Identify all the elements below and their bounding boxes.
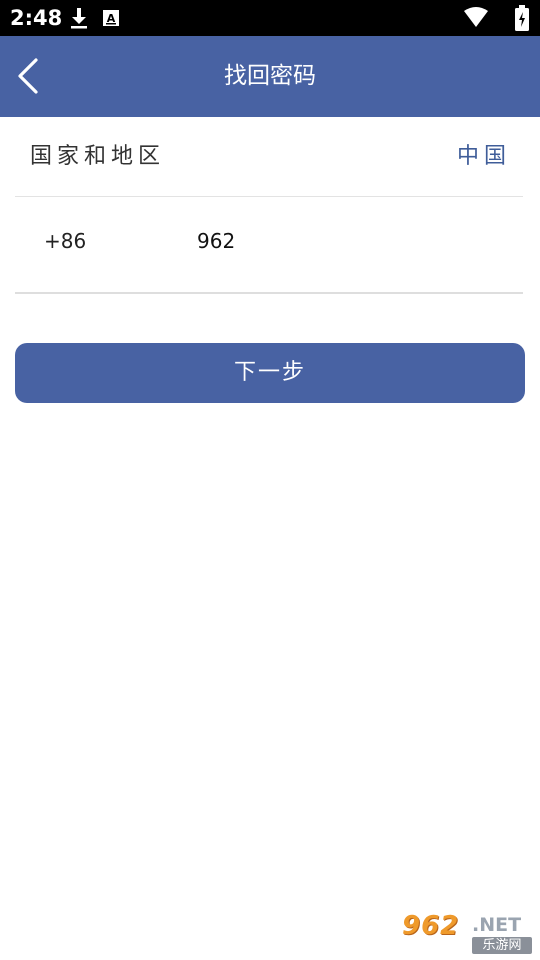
watermark-domain: .NET bbox=[472, 914, 522, 936]
chevron-left-icon bbox=[6, 58, 56, 106]
watermark-brand: 962 bbox=[402, 911, 460, 941]
back-button[interactable] bbox=[6, 50, 56, 102]
status-bar: 2:48 A bbox=[0, 0, 540, 36]
next-button[interactable]: 下一步 bbox=[15, 343, 525, 403]
region-label: 国家和地区 bbox=[30, 144, 166, 169]
watermark-site-name: 乐游网 bbox=[472, 937, 532, 954]
region-value: 中国 bbox=[456, 144, 511, 169]
region-selector[interactable]: 国家和地区 中国 bbox=[15, 118, 523, 197]
app-bar: 找回密码 bbox=[0, 36, 540, 117]
battery-icon bbox=[515, 5, 529, 35]
download-icon bbox=[68, 7, 90, 33]
phone-input[interactable] bbox=[197, 226, 497, 256]
site-watermark: 962 .NET 乐游网 bbox=[402, 912, 534, 954]
phone-row: +86 bbox=[15, 197, 523, 294]
page-title: 找回密码 bbox=[224, 63, 316, 89]
wifi-icon bbox=[463, 6, 489, 32]
country-code[interactable]: +86 bbox=[44, 227, 86, 255]
a11y-badge-icon: A bbox=[102, 9, 120, 31]
status-time: 2:48 bbox=[10, 6, 63, 30]
